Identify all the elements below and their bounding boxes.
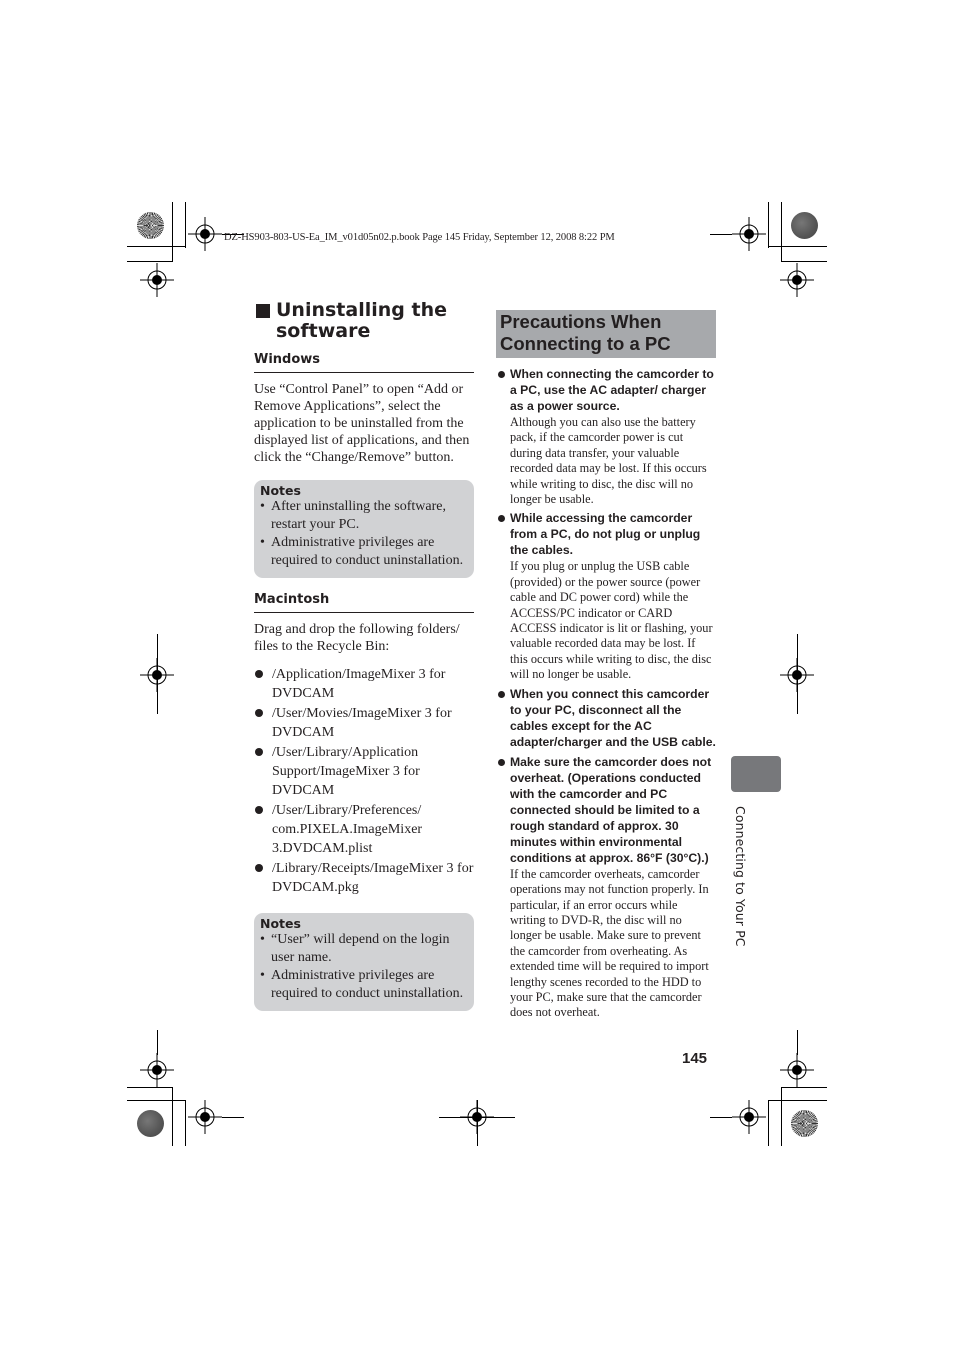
path-item: /Library/Receipts/ImageMixer 3 for DVDCA…	[254, 859, 474, 897]
crop-line	[781, 261, 827, 262]
registration-disc-icon	[137, 1110, 164, 1137]
crop-line	[172, 202, 173, 261]
notes-title: Notes	[260, 483, 301, 498]
crop-line	[710, 1117, 732, 1118]
precaution-heading: Make sure the camcorder does not overhea…	[510, 754, 712, 865]
crop-line	[477, 1100, 478, 1146]
note-item: After uninstalling the software, restart…	[260, 498, 468, 534]
mac-path-list: /Application/ImageMixer 3 for DVDCAM /Us…	[254, 665, 474, 897]
page-number: 145	[682, 1050, 708, 1067]
crop-line	[127, 1100, 186, 1101]
precautions-list: When connecting the camcorder to a PC, u…	[496, 366, 716, 1021]
section-title-text: Uninstalling the software	[276, 300, 447, 342]
uninstall-section: Uninstalling the software Windows Use “C…	[254, 300, 474, 1011]
registration-target-icon	[780, 263, 814, 297]
precautions-section: Precautions When Connecting to a PC When…	[496, 310, 716, 1024]
precaution-body: Although you can also use the battery pa…	[510, 415, 707, 507]
crop-line	[781, 1087, 827, 1088]
section-title: Uninstalling the software	[254, 300, 474, 342]
path-item: /User/Library/Application Support/ImageM…	[254, 743, 474, 800]
registration-target-icon	[780, 1053, 814, 1087]
registration-target-icon	[188, 1100, 222, 1134]
macintosh-heading: Macintosh	[254, 592, 474, 613]
precaution-item: When you connect this camcorder to your …	[496, 686, 716, 750]
precaution-item: Make sure the camcorder does not overhea…	[496, 754, 716, 1021]
notes-list: “User” will depend on the login user nam…	[260, 931, 468, 1003]
notes-title: Notes	[260, 916, 301, 931]
square-bullet-icon	[256, 304, 270, 318]
crop-line	[797, 634, 798, 714]
registration-target-icon	[732, 217, 766, 251]
crop-line	[222, 1117, 244, 1118]
precaution-heading: When you connect this camcorder to your …	[510, 686, 716, 749]
crop-line	[127, 1087, 173, 1088]
crop-line	[157, 1030, 158, 1055]
note-item: “User” will depend on the login user nam…	[260, 931, 468, 967]
crop-line	[185, 202, 186, 248]
registration-disc-icon	[137, 212, 164, 239]
chapter-tab-marker	[731, 756, 781, 792]
precautions-banner: Precautions When Connecting to a PC	[496, 310, 716, 358]
print-header: DZ-HS903-803-US-Ea_IM_v01d05n02.p.book P…	[224, 232, 615, 243]
registration-target-icon	[732, 1100, 766, 1134]
registration-target-icon	[188, 217, 222, 251]
note-item: Administrative privileges are required t…	[260, 967, 468, 1003]
crop-line	[172, 1087, 173, 1146]
crop-line	[768, 202, 769, 248]
precaution-heading: While accessing the camcorder from a PC,…	[510, 511, 701, 558]
path-item: /User/Movies/ImageMixer 3 for DVDCAM	[254, 704, 474, 742]
precaution-body: If the camcorder overheats, camcorder op…	[510, 866, 709, 1020]
crop-line	[185, 1100, 186, 1146]
precaution-body: If you plug or unplug the USB cable (pro…	[510, 559, 713, 682]
registration-disc-icon	[791, 212, 818, 239]
windows-heading: Windows	[254, 352, 474, 373]
path-item: /Application/ImageMixer 3 for DVDCAM	[254, 665, 474, 703]
notes-list: After uninstalling the software, restart…	[260, 498, 468, 570]
macintosh-notes-box: Notes “User” will depend on the login us…	[254, 913, 474, 1011]
path-item: /User/Library/Preferences/ com.PIXELA.Im…	[254, 801, 474, 858]
crop-line	[797, 1030, 798, 1055]
chapter-tab-label: Connecting to Your PC	[733, 806, 748, 947]
windows-notes-box: Notes After uninstalling the software, r…	[254, 480, 474, 578]
section-title-line: software	[276, 320, 371, 342]
crop-line	[768, 1100, 769, 1146]
precaution-heading: When connecting the camcorder to a PC, u…	[510, 367, 714, 413]
registration-target-icon	[140, 263, 174, 297]
precaution-item: When connecting the camcorder to a PC, u…	[496, 366, 716, 507]
registration-disc-icon	[791, 1110, 818, 1137]
crop-line	[768, 1100, 827, 1101]
banner-line: Connecting to a PC	[500, 333, 671, 354]
crop-line	[127, 261, 173, 262]
crop-line	[768, 246, 827, 247]
windows-instructions: Use “Control Panel” to open “Add or Remo…	[254, 382, 470, 465]
section-title-line: Uninstalling the	[276, 299, 447, 321]
crop-line	[781, 202, 782, 261]
crop-line	[127, 246, 186, 247]
precaution-item: While accessing the camcorder from a PC,…	[496, 510, 716, 682]
note-item: Administrative privileges are required t…	[260, 534, 468, 570]
crop-line	[710, 234, 732, 235]
banner-line: Precautions When	[500, 311, 662, 332]
macintosh-instructions: Drag and drop the following folders/ fil…	[254, 622, 460, 654]
registration-target-icon	[140, 1053, 174, 1087]
crop-line	[781, 1087, 782, 1146]
crop-line	[157, 634, 158, 714]
